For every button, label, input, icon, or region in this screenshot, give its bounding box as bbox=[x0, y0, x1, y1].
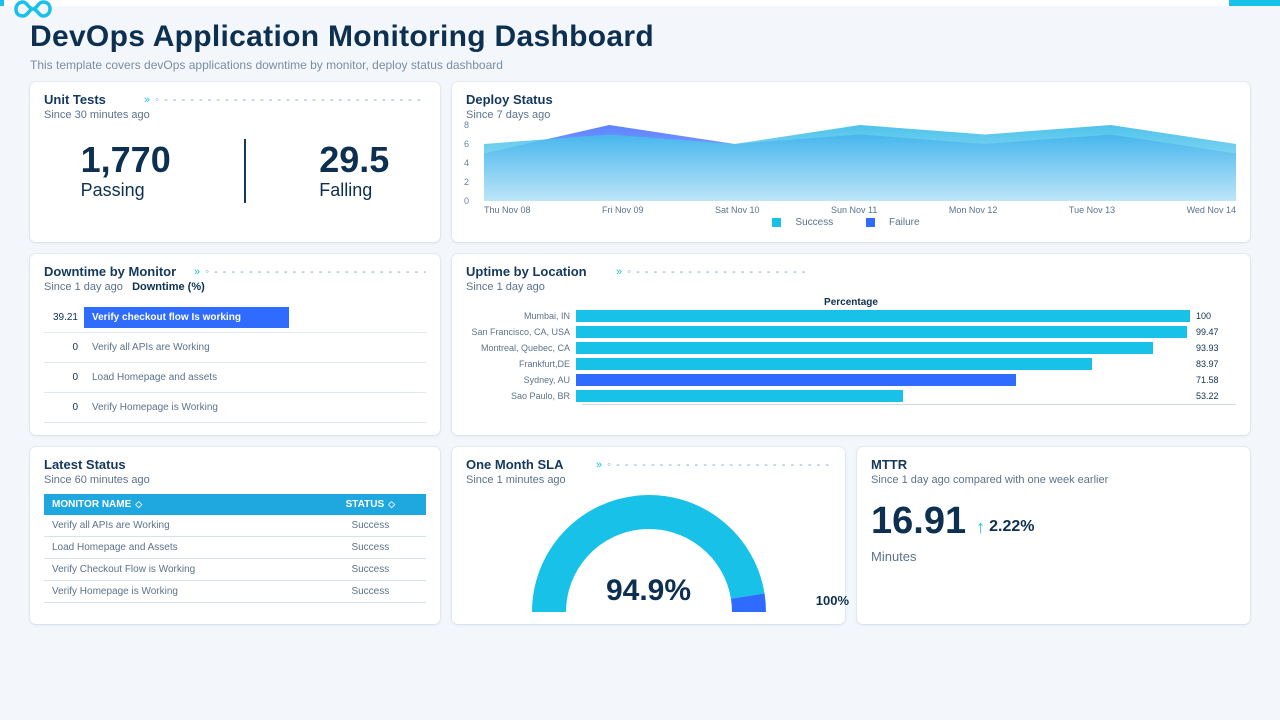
passing-label: Passing bbox=[81, 180, 171, 201]
uptime-row: Sao Paulo, BR53.22 bbox=[466, 388, 1236, 404]
table-row: Verify Checkout Flow is WorkingSuccess bbox=[44, 559, 426, 581]
table-row: Verify all APIs are WorkingSuccess bbox=[44, 515, 426, 537]
downtime-chart: 39.21Verify checkout flow Is working0Ver… bbox=[44, 303, 426, 423]
deploy-status-legend: Success Failure bbox=[466, 217, 1236, 230]
failing-label: Falling bbox=[319, 180, 389, 201]
uptime-axis-title: Percentage bbox=[466, 297, 1236, 308]
card-unit-tests: »◦ - - - - - - - - - - - - - - - - - - -… bbox=[30, 82, 440, 242]
col-monitor-name[interactable]: MONITOR NAME◇ bbox=[44, 494, 315, 515]
latest-status-table: MONITOR NAME◇ STATUS◇ Verify all APIs ar… bbox=[44, 494, 426, 603]
uptime-row: Montreal, Quebec, CA93.93 bbox=[466, 340, 1236, 356]
latest-title: Latest Status bbox=[44, 457, 426, 472]
uptime-title: Uptime by Location bbox=[466, 264, 1236, 279]
mttr-value: 16.91 bbox=[871, 500, 966, 543]
decorative-dashes: »◦ - - - - - - - - - - - - - - - - - - -… bbox=[140, 94, 426, 106]
latest-since: Since 60 minutes ago bbox=[44, 474, 426, 486]
failing-value: 29.5 bbox=[319, 142, 389, 178]
downtime-row: 0Verify all APIs are Working bbox=[44, 333, 426, 363]
decorative-dashes: »◦ - - - - - - - - - - - - - - - - - - -… bbox=[592, 459, 831, 471]
uptime-baseline bbox=[582, 404, 1236, 405]
card-mttr: MTTR Since 1 day ago compared with one w… bbox=[857, 447, 1250, 624]
uptime-since: Since 1 day ago bbox=[466, 281, 1236, 293]
table-row: Verify Homepage is WorkingSuccess bbox=[44, 581, 426, 603]
card-sla: »◦ - - - - - - - - - - - - - - - - - - -… bbox=[452, 447, 845, 624]
deploy-status-chart: 02468Thu Nov 08Fri Nov 09Sat Nov 10Sun N… bbox=[466, 125, 1236, 215]
sort-icon: ◇ bbox=[135, 499, 142, 509]
uptime-row: San Francisco, CA, USA99.47 bbox=[466, 324, 1236, 340]
unit-tests-since: Since 30 minutes ago bbox=[44, 109, 426, 121]
table-row: Load Homepage and AssetsSuccess bbox=[44, 537, 426, 559]
decorative-dashes: »◦ - - - - - - - - - - - - - - - - - - -… bbox=[190, 266, 426, 278]
sla-max: 100% bbox=[816, 593, 849, 608]
downtime-since: Since 1 day ago Downtime (%) bbox=[44, 281, 426, 293]
passing-value: 1,770 bbox=[81, 142, 171, 178]
page-subtitle: This template covers devOps applications… bbox=[30, 58, 1250, 72]
card-downtime: »◦ - - - - - - - - - - - - - - - - - - -… bbox=[30, 254, 440, 435]
deploy-status-title: Deploy Status bbox=[466, 92, 1236, 107]
card-deploy-status: Deploy Status Since 7 days ago 02468Thu … bbox=[452, 82, 1250, 242]
logo-icon bbox=[10, 0, 52, 20]
card-uptime: »◦ - - - - - - - - - - - - - - - - - - -… bbox=[452, 254, 1250, 435]
decorative-dashes: »◦ - - - - - - - - - - - - - - - - - - -… bbox=[612, 266, 812, 278]
page-title: DevOps Application Monitoring Dashboard bbox=[30, 20, 1250, 54]
mttr-since: Since 1 day ago compared with one week e… bbox=[871, 474, 1236, 486]
mttr-title: MTTR bbox=[871, 457, 1236, 472]
uptime-row: Frankfurt,DE83.97 bbox=[466, 356, 1236, 372]
mttr-delta: ↑ 2.22% bbox=[976, 518, 1034, 536]
downtime-row: 0Load Homepage and assets bbox=[44, 363, 426, 393]
sla-value: 94.9% bbox=[466, 574, 831, 608]
uptime-row: Mumbai, IN100 bbox=[466, 308, 1236, 324]
legend-success: Success bbox=[795, 217, 833, 228]
col-status[interactable]: STATUS◇ bbox=[315, 494, 426, 515]
unit-tests-failing: 29.5 Falling bbox=[319, 142, 389, 201]
unit-tests-passing: 1,770 Passing bbox=[81, 142, 171, 201]
card-latest-status: Latest Status Since 60 minutes ago MONIT… bbox=[30, 447, 440, 624]
downtime-row: 0Verify Homepage is Working bbox=[44, 393, 426, 423]
downtime-row: 39.21Verify checkout flow Is working bbox=[44, 303, 426, 333]
mttr-unit: Minutes bbox=[871, 549, 1236, 564]
uptime-chart: Mumbai, IN100San Francisco, CA, USA99.47… bbox=[466, 308, 1236, 404]
divider bbox=[244, 139, 246, 203]
sort-icon: ◇ bbox=[388, 499, 395, 509]
deploy-status-since: Since 7 days ago bbox=[466, 109, 1236, 121]
uptime-row: Sydney, AU71.58 bbox=[466, 372, 1236, 388]
downtime-metric: Downtime (%) bbox=[132, 281, 205, 293]
sla-since: Since 1 minutes ago bbox=[466, 474, 831, 486]
arrow-up-icon: ↑ bbox=[976, 518, 985, 536]
legend-failure: Failure bbox=[889, 217, 920, 228]
